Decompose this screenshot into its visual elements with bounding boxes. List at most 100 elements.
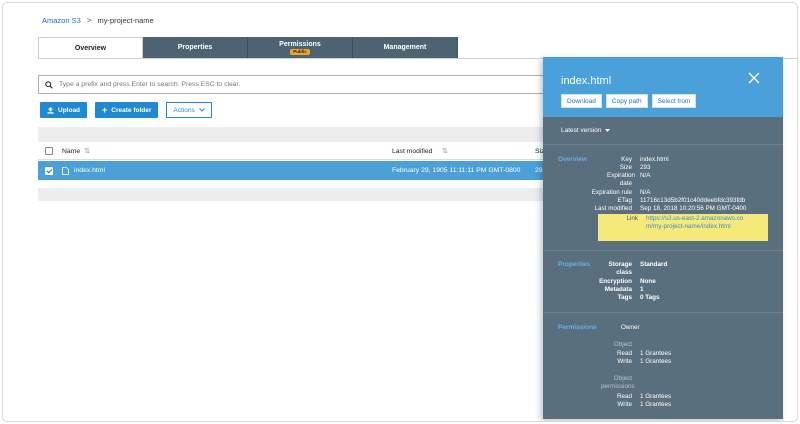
upload-button[interactable]: Upload bbox=[40, 102, 88, 118]
upload-icon bbox=[47, 106, 54, 114]
object-write-value: 1 Grantees bbox=[640, 358, 672, 365]
metadata-label: Metadata bbox=[604, 286, 632, 293]
encryption-label: Encryption bbox=[599, 278, 632, 285]
properties-tags-row: Tags 0 Tags bbox=[543, 294, 760, 302]
panel-button-group: Download Copy path Select from bbox=[561, 94, 697, 108]
tags-value: 0 Tags bbox=[640, 294, 660, 301]
version-label: Latest version bbox=[561, 127, 602, 134]
etag-label: ETag bbox=[617, 197, 632, 204]
size-label: Size bbox=[619, 164, 632, 171]
breadcrumb-separator: > bbox=[86, 16, 92, 25]
column-header-name[interactable]: Name bbox=[62, 148, 80, 155]
object-permissions-label: Object permissions bbox=[601, 375, 635, 390]
object-read-label: Read bbox=[616, 350, 632, 357]
divider bbox=[543, 144, 783, 145]
tab-overview[interactable]: Overview bbox=[38, 37, 143, 58]
divider bbox=[543, 250, 783, 251]
expiration-rule-value: N/A bbox=[640, 189, 651, 196]
tab-overview-label: Overview bbox=[74, 44, 107, 52]
actions-button-label: Actions bbox=[173, 106, 195, 114]
object-read-value: 1 Grantees bbox=[640, 350, 672, 357]
object-label: Object bbox=[613, 341, 632, 348]
table-footer-band bbox=[38, 188, 548, 201]
table-row[interactable]: index.html February 29, 1905 11:11:11 PM… bbox=[38, 161, 548, 180]
breadcrumb-current-bucket: my-project-name bbox=[97, 16, 154, 25]
tab-bar: Overview Properties Permissions Public M… bbox=[38, 37, 458, 58]
perm-write-label: Write bbox=[617, 401, 632, 408]
size-value: 293 bbox=[640, 164, 651, 171]
tab-properties-label: Properties bbox=[177, 44, 213, 51]
last-modified-value: Sep 18, 2018 10:20:56 PM GMT-0400 bbox=[640, 205, 747, 212]
app-window: Amazon S3 > my-project-name Overview Pro… bbox=[2, 2, 798, 422]
overview-etag-row: ETag 11716c13d5b2f01c40ddeebfdc393fdb bbox=[543, 197, 780, 205]
expiration-rule-label: Expiration rule bbox=[591, 189, 632, 196]
overview-expiration-rule-row: Expiration rule N/A bbox=[543, 189, 760, 197]
overview-link-row: Link https://s3.us-east-2.amazonaws.com/… bbox=[598, 214, 768, 241]
key-label: Key bbox=[621, 156, 632, 163]
row-name[interactable]: index.html bbox=[74, 167, 105, 174]
search-bar bbox=[38, 75, 578, 94]
copy-path-button[interactable]: Copy path bbox=[605, 94, 648, 108]
overview-last-modified-row: Last modified Sep 18, 2018 10:20:56 PM G… bbox=[543, 205, 780, 213]
etag-value: 11716c13d5b2f01c40ddeebfdc393fdb bbox=[640, 197, 746, 204]
sort-icon[interactable]: ⇅ bbox=[442, 147, 448, 155]
tab-permissions[interactable]: Permissions Public bbox=[248, 37, 353, 58]
select-all-checkbox[interactable] bbox=[45, 147, 53, 155]
link-label: Link bbox=[626, 215, 638, 222]
owner-label: Owner bbox=[621, 324, 640, 331]
storage-class-value: Standard bbox=[640, 261, 668, 268]
table-toolbar-band bbox=[38, 127, 548, 142]
tab-permissions-label: Permissions bbox=[279, 40, 321, 48]
tab-management[interactable]: Management bbox=[353, 37, 458, 58]
properties-storage-class-row: Storage class Standard bbox=[543, 261, 760, 277]
breadcrumb-amazon-s3-link[interactable]: Amazon S3 bbox=[42, 16, 81, 25]
close-icon[interactable] bbox=[747, 71, 761, 85]
action-toolbar: Upload + Create folder Actions bbox=[40, 102, 212, 118]
permissions-object-write-row: Write 1 Grantees bbox=[543, 358, 760, 366]
properties-encryption-row: Encryption None bbox=[543, 278, 760, 286]
column-header-last-modified[interactable]: Last modified bbox=[392, 148, 432, 155]
properties-metadata-row: Metadata 1 bbox=[543, 286, 760, 294]
object-details-panel: index.html Download Copy path Select fro… bbox=[543, 57, 783, 419]
breadcrumb: Amazon S3 > my-project-name bbox=[42, 16, 154, 25]
create-folder-button-label: Create folder bbox=[111, 106, 152, 114]
permissions-owner-row: Owner bbox=[621, 324, 640, 332]
tab-management-label: Management bbox=[383, 44, 427, 51]
row-checkbox[interactable] bbox=[45, 166, 53, 175]
overview-size-row: Size 293 bbox=[543, 164, 760, 172]
perm-read-value: 1 Grantees bbox=[640, 393, 672, 400]
search-input[interactable] bbox=[59, 81, 539, 88]
upload-button-label: Upload bbox=[58, 106, 81, 114]
overview-expiration-date-row: Expiration date N/A bbox=[543, 172, 760, 188]
plus-icon: + bbox=[102, 104, 108, 115]
panel-title: index.html bbox=[561, 75, 612, 87]
file-icon bbox=[62, 166, 69, 175]
table-header: Name ⇅ Last modified ⇅ Siz bbox=[38, 143, 548, 160]
divider bbox=[543, 312, 783, 313]
object-write-label: Write bbox=[617, 358, 632, 365]
actions-dropdown-button[interactable]: Actions bbox=[166, 102, 212, 118]
version-dropdown[interactable]: Latest version bbox=[561, 127, 611, 134]
sort-icon[interactable]: ⇅ bbox=[84, 147, 90, 155]
permissions-object-permissions-heading: Object permissions bbox=[543, 375, 640, 391]
permissions-object-read-row: Read 1 Grantees bbox=[543, 350, 760, 358]
caret-down-icon bbox=[605, 129, 611, 132]
last-modified-label: Last modified bbox=[594, 205, 632, 212]
download-button[interactable]: Download bbox=[561, 94, 602, 108]
expiration-date-value: N/A bbox=[640, 172, 651, 179]
perm-read-label: Read bbox=[616, 393, 632, 400]
permissions-perm-read-row: Read 1 Grantees bbox=[543, 393, 760, 401]
overview-key-row: Key index.html bbox=[543, 156, 760, 164]
tab-properties[interactable]: Properties bbox=[143, 37, 248, 58]
row-size: 29 bbox=[535, 167, 543, 174]
storage-class-label: Storage class bbox=[608, 261, 632, 276]
encryption-value: None bbox=[640, 278, 656, 285]
metadata-value: 1 bbox=[640, 286, 644, 293]
object-url-link[interactable]: https://s3.us-east-2.amazonaws.com/my-pr… bbox=[646, 214, 746, 241]
permissions-section-label: Permissions bbox=[558, 324, 597, 331]
row-last-modified: February 29, 1905 11:11:11 PM GMT-0800 bbox=[392, 167, 521, 174]
create-folder-button[interactable]: + Create folder bbox=[95, 102, 159, 118]
public-badge: Public bbox=[290, 48, 310, 55]
select-from-button[interactable]: Select from bbox=[651, 94, 697, 108]
permissions-perm-write-row: Write 1 Grantees bbox=[543, 401, 760, 409]
